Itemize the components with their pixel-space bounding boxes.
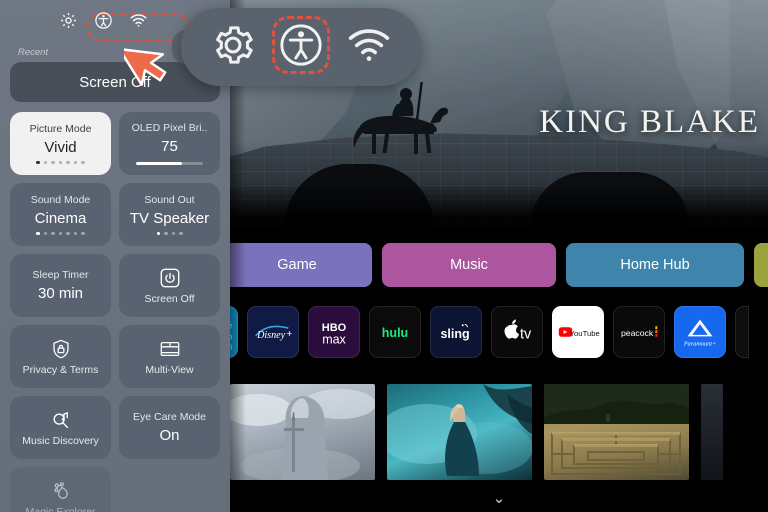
- card-eye-care-mode[interactable]: Eye Care Mode On: [119, 396, 220, 459]
- category-tile-next[interactable]: [754, 243, 768, 287]
- gear-icon[interactable]: [210, 22, 256, 73]
- svg-text:e: e: [230, 320, 232, 330]
- card-sound-mode[interactable]: Sound Mode Cinema: [10, 183, 111, 246]
- card-sound-out[interactable]: Sound Out TV Speaker: [119, 183, 220, 246]
- card-page-dots: [36, 160, 85, 165]
- svg-text:YouTube: YouTube: [570, 329, 600, 338]
- card-picture-mode[interactable]: Picture Mode Vivid: [10, 112, 111, 175]
- brightness-slider[interactable]: [136, 161, 203, 165]
- app-tile-hbo-max[interactable]: HBO max: [308, 306, 360, 358]
- statue-artwork: [230, 389, 375, 480]
- accessibility-icon[interactable]: [94, 11, 113, 35]
- card-oled-pixel-brightness[interactable]: OLED Pixel Bri.. 75: [119, 112, 220, 175]
- card-title: Sound Out: [144, 193, 195, 206]
- card-sleep-timer[interactable]: Sleep Timer 30 min: [10, 254, 111, 317]
- paramount-plus-logo-icon: Paramount+: [683, 319, 716, 347]
- card-page-dots: [36, 231, 85, 236]
- accessibility-icon[interactable]: [272, 15, 330, 74]
- card-multi-view[interactable]: Multi-View: [119, 325, 220, 388]
- mouse-cursor: [124, 47, 167, 86]
- content-thumbnail-row: [230, 384, 768, 484]
- card-magic-explorer[interactable]: Magic Explorer: [10, 467, 111, 512]
- category-label: Music: [450, 257, 488, 273]
- svg-text:o: o: [230, 331, 232, 341]
- card-label: Music Discovery: [22, 434, 99, 447]
- app-shortcut-row: e o n Disney + HBO max: [230, 303, 768, 361]
- card-title: Sound Mode: [30, 193, 91, 206]
- power-icon: [160, 268, 179, 287]
- app-tile-youtube[interactable]: YouTube: [552, 306, 604, 358]
- card-title: Picture Mode: [29, 122, 92, 135]
- thumbnail-wooden-maze[interactable]: [544, 384, 689, 480]
- shield-lock-icon: [52, 339, 69, 358]
- card-value: 75: [161, 137, 178, 155]
- card-title: Eye Care Mode: [133, 411, 206, 424]
- wooden-maze-artwork: [544, 384, 689, 475]
- disney-plus-logo-icon: Disney +: [255, 325, 292, 341]
- thumbnail-statue-sword[interactable]: [230, 384, 375, 480]
- card-value: TV Speaker: [129, 209, 210, 227]
- hero-title: KING BLAKE: [539, 104, 760, 140]
- wifi-icon[interactable]: [129, 11, 148, 35]
- card-value: Cinema: [34, 209, 87, 227]
- card-label: Magic Explorer: [25, 505, 96, 512]
- card-music-discovery[interactable]: Music Discovery: [10, 396, 111, 459]
- sling-logo-icon: sling: [440, 323, 470, 341]
- svg-text:Disney: Disney: [256, 330, 286, 341]
- card-label: Screen Off: [144, 292, 195, 305]
- svg-text:n: n: [230, 341, 232, 351]
- quick-settings-grid: Picture Mode Vivid OLED Pixel Bri.. 75 S…: [10, 112, 220, 512]
- svg-text:+: +: [286, 328, 292, 340]
- youtube-logo-icon: YouTube: [558, 327, 600, 338]
- icon-strip-callout: [181, 8, 421, 86]
- card-value: Vivid: [44, 138, 77, 156]
- hbo-max-logo-icon: HBO max: [322, 322, 347, 347]
- knight-on-horseback-silhouette: [353, 82, 449, 154]
- gear-icon[interactable]: [59, 11, 78, 35]
- card-screen-off[interactable]: Screen Off: [119, 254, 220, 317]
- thumbnail-woman-teal-mist[interactable]: [387, 384, 532, 480]
- hulu-logo-icon: hulu: [382, 326, 408, 340]
- svg-text:hulu: hulu: [382, 326, 408, 340]
- woman-in-mist-artwork: [387, 384, 532, 476]
- svg-text:peacock: peacock: [621, 328, 654, 338]
- category-row: Game Music Home Hub: [230, 242, 768, 288]
- card-title: OLED Pixel Bri..: [131, 122, 208, 135]
- category-label: Game: [277, 257, 317, 273]
- app-tile-hulu[interactable]: hulu: [369, 306, 421, 358]
- svg-text:max: max: [322, 333, 346, 347]
- category-tile-home-hub[interactable]: Home Hub: [566, 243, 744, 287]
- card-label: Privacy & Terms: [22, 363, 99, 376]
- svg-text:tv: tv: [520, 327, 532, 343]
- hero-bottom-fade: [230, 182, 768, 236]
- magic-explorer-icon: [53, 481, 68, 499]
- category-tile-music[interactable]: Music: [382, 243, 556, 287]
- category-tile-game[interactable]: Game: [230, 243, 372, 287]
- tv-screen: KING BLAKE Game Music Home Hub e o: [0, 0, 768, 512]
- card-title: Sleep Timer: [32, 269, 89, 282]
- app-tile-apple-tv[interactable]: tv: [491, 306, 543, 358]
- card-label: Multi-View: [145, 363, 194, 376]
- max-logo-icon: e o n: [230, 320, 232, 351]
- svg-text:Paramount+: Paramount+: [683, 340, 716, 347]
- card-privacy-terms[interactable]: Privacy & Terms: [10, 325, 111, 388]
- card-page-dots: [156, 231, 183, 236]
- scroll-down-chevron[interactable]: ⌄: [230, 491, 768, 506]
- wifi-icon[interactable]: [346, 22, 392, 73]
- app-tile-next[interactable]: [735, 306, 749, 358]
- svg-text:sling: sling: [440, 327, 469, 341]
- card-value: On: [159, 426, 180, 444]
- app-tile-disney-plus[interactable]: Disney +: [247, 306, 299, 358]
- apple-tv-logo-icon: tv: [504, 319, 532, 343]
- app-tile-paramount-plus[interactable]: Paramount+: [674, 306, 726, 358]
- multiview-icon: [160, 341, 179, 356]
- thumbnail-next-partial[interactable]: [701, 384, 723, 480]
- category-label: Home Hub: [620, 257, 690, 273]
- app-tile-peacock[interactable]: peacock: [613, 306, 665, 358]
- app-tile-max[interactable]: e o n: [230, 306, 238, 358]
- app-tile-sling[interactable]: sling: [430, 306, 482, 358]
- card-value: 30 min: [37, 284, 84, 302]
- music-search-icon: [53, 411, 68, 428]
- peacock-logo-icon: peacock: [621, 326, 658, 338]
